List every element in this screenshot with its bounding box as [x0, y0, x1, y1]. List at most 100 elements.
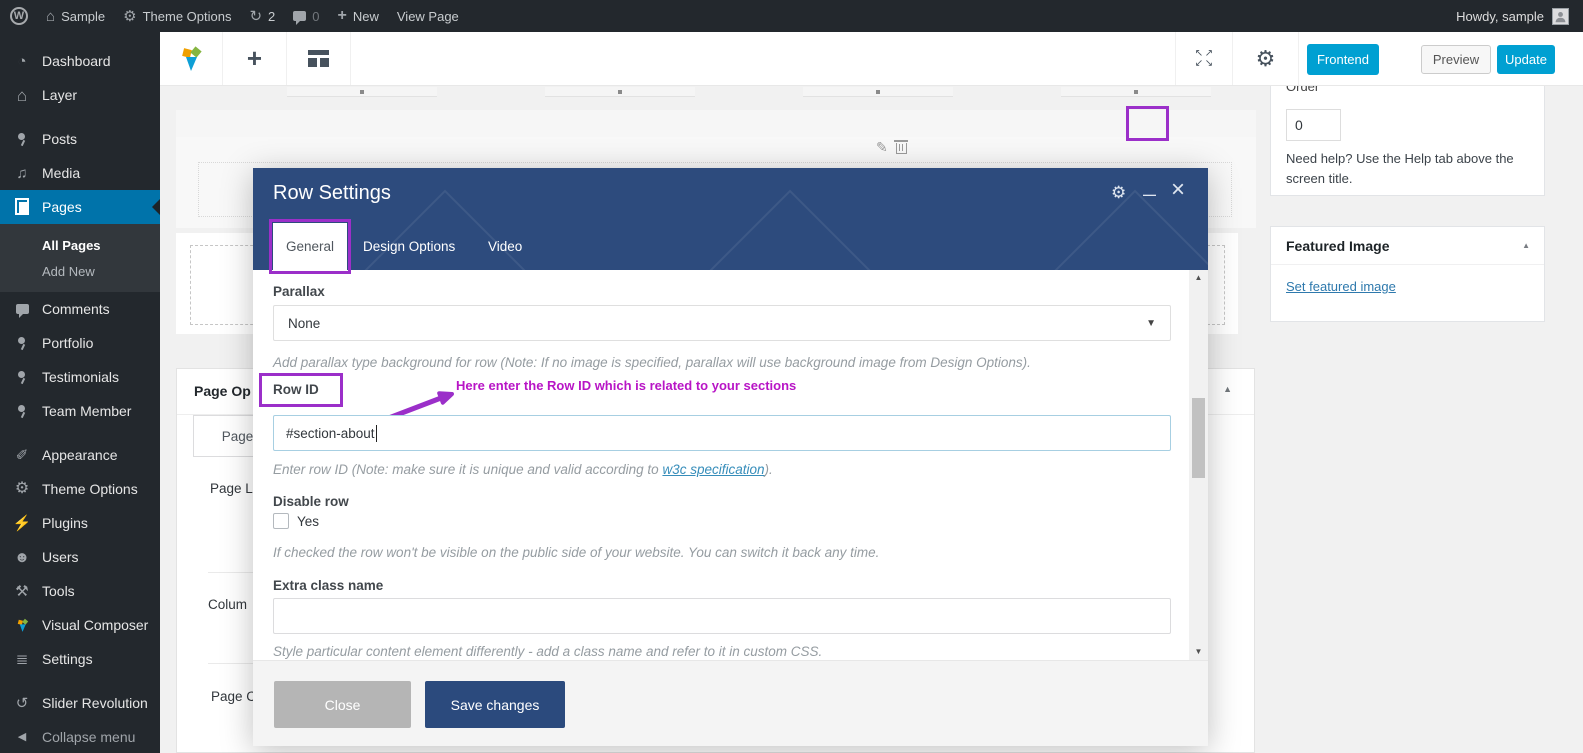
sidebar-item-appearance[interactable]: ✐ Appearance [0, 438, 160, 472]
minimize-icon[interactable]: — [1143, 188, 1156, 201]
pages-submenu: All Pages Add New [0, 224, 160, 292]
rotate-arrows-icon: ↺ [12, 696, 32, 711]
set-featured-image-link[interactable]: Set featured image [1286, 279, 1396, 294]
page-options-row-label: Colum [208, 597, 247, 612]
new-content-menu[interactable]: + New [329, 0, 388, 32]
pin-icon [12, 404, 32, 418]
scrollbar-thumb[interactable] [1192, 398, 1205, 478]
save-changes-button[interactable]: Save changes [425, 681, 565, 728]
drag-dot-icon [360, 90, 364, 94]
text-cursor [376, 425, 377, 442]
scroll-down-icon[interactable]: ▼ [1189, 644, 1208, 660]
sidebar-subitem-all-pages[interactable]: All Pages [0, 232, 160, 258]
disable-row-checkbox[interactable] [273, 513, 289, 529]
row-id-label: Row ID [273, 382, 319, 397]
templates-button[interactable] [287, 32, 350, 85]
user-avatar-icon [1554, 10, 1567, 23]
brush-icon: ✐ [12, 448, 32, 463]
sidebar-item-label: Slider Revolution [42, 695, 148, 711]
fullscreen-icon: ↖↗ ↙↘ [1194, 49, 1214, 69]
site-name-menu[interactable]: ⌂ Sample [37, 0, 114, 32]
sidebar-item-posts[interactable]: Posts [0, 122, 160, 156]
sidebar-item-layer[interactable]: ⌂ Layer [0, 78, 160, 112]
extra-class-input[interactable] [273, 598, 1171, 634]
visual-composer-logo-icon [12, 618, 32, 633]
sidebar-item-visual-composer[interactable]: Visual Composer [0, 608, 160, 642]
modal-footer: Close Save changes [253, 660, 1208, 746]
updates-menu[interactable]: ↻ 2 [240, 0, 284, 32]
tools-icon: ⚒ [12, 584, 32, 599]
theme-options-menu[interactable]: ⚙ Theme Options [114, 0, 240, 32]
sidebar-item-team-member[interactable]: Team Member [0, 394, 160, 428]
vc-logo-button[interactable] [160, 32, 222, 85]
sidebar-item-settings[interactable]: ≣ Settings [0, 642, 160, 676]
parallax-selected-value: None [288, 316, 320, 331]
sidebar-item-theme-options[interactable]: ⚙ Theme Options [0, 472, 160, 506]
trash-icon[interactable] [896, 143, 907, 154]
vc-settings-button[interactable]: ⚙ [1233, 32, 1298, 85]
wordpress-admin-page: ≡ + ▾ ✎ ✎ Page Op ▲ Page Page L Colum Pa… [0, 0, 1583, 753]
gear-icon: ⚙ [1256, 46, 1276, 72]
sidebar-item-label: Portfolio [42, 335, 93, 351]
updates-icon: ↻ [249, 9, 262, 24]
sidebar-item-pages[interactable]: Pages [0, 190, 160, 224]
comments-count: 0 [312, 9, 319, 24]
row-id-input[interactable]: #section-about [273, 415, 1171, 451]
sidebar-item-comments[interactable]: Comments [0, 292, 160, 326]
wordpress-logo-icon: W [10, 7, 28, 25]
featured-image-title: Featured Image [1286, 238, 1389, 254]
modal-header: Row Settings ⚙ — × Design Options Video [253, 168, 1208, 270]
close-icon[interactable]: × [1171, 178, 1185, 202]
sidebar-item-label: Appearance [42, 447, 118, 463]
pin-icon [12, 370, 32, 384]
collapse-triangle-icon[interactable]: ▲ [1522, 241, 1530, 250]
dashboard-icon: ◔ [12, 54, 32, 69]
collapse-menu-button[interactable]: ◀ Collapse menu [0, 720, 160, 753]
tab-general[interactable]: General [273, 223, 347, 270]
close-button[interactable]: Close [274, 681, 411, 728]
pencil-icon[interactable]: ✎ [876, 139, 888, 156]
modal-scrollbar[interactable]: ▲ ▼ [1189, 270, 1208, 660]
update-button[interactable]: Update [1497, 45, 1555, 74]
divider [1298, 32, 1299, 85]
sidebar-item-media[interactable]: ♫ Media [0, 156, 160, 190]
order-input[interactable] [1286, 109, 1341, 141]
add-element-button[interactable]: + [223, 32, 286, 85]
bg-column-header [1061, 87, 1211, 97]
view-page-menu[interactable]: View Page [388, 0, 468, 32]
sidebar-subitem-add-new[interactable]: Add New [0, 258, 160, 284]
sidebar-item-testimonials[interactable]: Testimonials [0, 360, 160, 394]
sidebar-item-label: Settings [42, 651, 93, 667]
sidebar-item-label: Testimonials [42, 369, 119, 385]
sidebar-item-portfolio[interactable]: Portfolio [0, 326, 160, 360]
select-caret-icon: ▼ [1146, 318, 1156, 329]
sidebar-item-slider-revolution[interactable]: ↺ Slider Revolution [0, 686, 160, 720]
my-account-menu[interactable]: Howdy, sample [1456, 8, 1583, 25]
modal-settings-gear-icon[interactable]: ⚙ [1111, 184, 1126, 201]
comments-bubble-icon [12, 304, 32, 314]
w3c-specification-link[interactable]: w3c specification [662, 462, 764, 477]
gear-icon: ⚙ [123, 9, 136, 24]
plus-icon: + [338, 8, 347, 24]
comments-menu[interactable]: 0 [284, 0, 328, 32]
tab-design-options[interactable]: Design Options [363, 223, 455, 270]
fullscreen-button[interactable]: ↖↗ ↙↘ [1176, 32, 1232, 85]
sidebar-item-dashboard[interactable]: ◔ Dashboard [0, 44, 160, 78]
sidebar-item-label: Theme Options [42, 481, 138, 497]
preview-button[interactable]: Preview [1421, 45, 1491, 74]
frontend-button[interactable]: Frontend [1307, 44, 1379, 75]
row-id-value: #section-about [286, 426, 375, 441]
sidebar-item-users[interactable]: ☻ Users [0, 540, 160, 574]
divider [0, 428, 160, 438]
vc-row-header [176, 110, 1256, 137]
view-page-label: View Page [397, 9, 459, 24]
scroll-up-icon[interactable]: ▲ [1189, 270, 1208, 286]
sidebar-item-tools[interactable]: ⚒ Tools [0, 574, 160, 608]
parallax-select[interactable]: None ▼ [273, 305, 1171, 341]
collapse-triangle-icon[interactable]: ▲ [1223, 384, 1232, 394]
sidebar-item-plugins[interactable]: ⚡ Plugins [0, 506, 160, 540]
wp-logo-menu[interactable]: W [0, 0, 37, 32]
home-icon: ⌂ [46, 9, 55, 24]
sidebar-item-label: Tools [42, 583, 75, 599]
tab-video[interactable]: Video [488, 223, 522, 270]
